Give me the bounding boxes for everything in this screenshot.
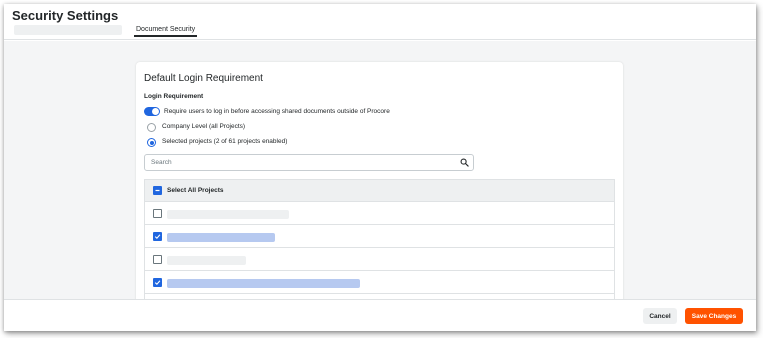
table-row	[145, 271, 614, 294]
cancel-button[interactable]: Cancel	[643, 308, 677, 324]
select-all-label: Select All Projects	[167, 187, 224, 194]
table-row	[145, 202, 614, 225]
check-icon	[154, 234, 161, 239]
table-row	[145, 248, 614, 271]
project-name-placeholder	[167, 233, 275, 242]
card-title: Default Login Requirement	[144, 73, 263, 84]
tab-document-security[interactable]: Document Security	[134, 26, 198, 37]
section-label: Login Requirement	[144, 93, 204, 100]
search-icon[interactable]	[460, 158, 469, 167]
radio-selected-projects-label: Selected projects (2 of 61 projects enab…	[162, 138, 288, 145]
project-name-placeholder	[167, 256, 246, 265]
row-checkbox[interactable]	[153, 232, 162, 241]
project-name-placeholder	[167, 279, 360, 288]
login-requirement-card: Default Login Requirement Login Requirem…	[136, 62, 623, 312]
select-all-checkbox[interactable]	[153, 186, 162, 195]
row-checkbox[interactable]	[153, 209, 162, 218]
require-login-toggle[interactable]	[144, 107, 160, 116]
security-settings-window: Security Settings Document Security Defa…	[4, 4, 756, 331]
project-name-placeholder	[167, 210, 289, 219]
require-login-label: Require users to log in before accessing…	[164, 108, 390, 115]
toggle-knob	[152, 108, 159, 115]
table-row	[145, 225, 614, 248]
footer-bar: Cancel Save Changes	[4, 299, 756, 331]
search-input[interactable]	[145, 155, 455, 170]
radio-company-level[interactable]	[147, 123, 156, 132]
minus-icon	[155, 189, 160, 192]
page-header: Security Settings Document Security	[4, 4, 756, 40]
radio-company-level-label: Company Level (all Projects)	[162, 123, 246, 130]
check-icon	[154, 280, 161, 285]
table-header: Select All Projects	[145, 180, 614, 202]
projects-table: Select All Projects	[144, 179, 615, 312]
save-changes-button[interactable]: Save Changes	[685, 308, 743, 324]
radio-selected-dot	[149, 140, 154, 145]
row-checkbox[interactable]	[153, 278, 162, 287]
project-search	[144, 154, 474, 171]
page-title: Security Settings	[12, 8, 119, 23]
radio-selected-projects[interactable]	[147, 138, 156, 147]
row-checkbox[interactable]	[153, 255, 162, 264]
breadcrumb-placeholder	[14, 25, 122, 35]
